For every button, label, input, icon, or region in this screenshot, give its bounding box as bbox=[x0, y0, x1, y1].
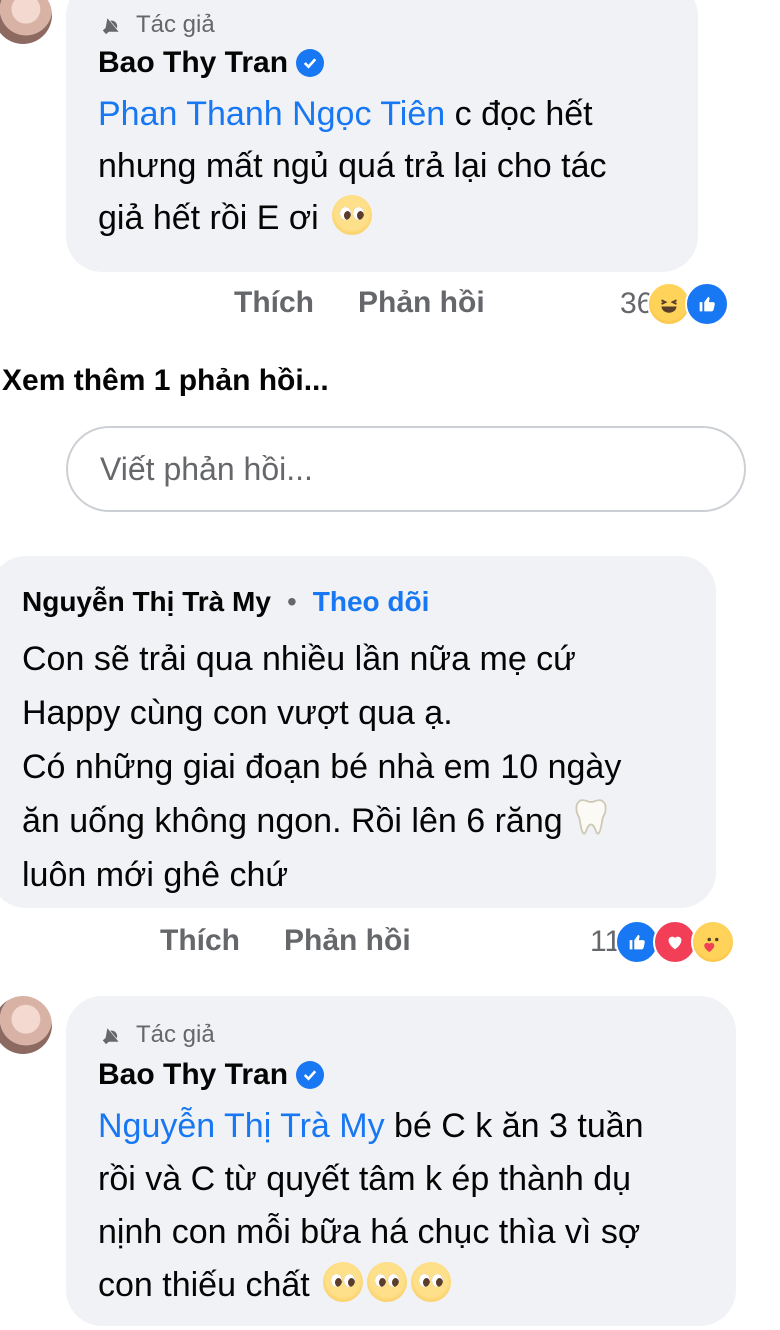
comment-line: ăn uống không ngon. Rồi lên 6 răng bbox=[22, 802, 563, 840]
verified-badge-icon bbox=[296, 1061, 325, 1089]
comment-actions: Thích Phản hồi bbox=[234, 286, 485, 320]
comment-author-row: Nguyễn Thị Trà My • Theo dõi bbox=[22, 586, 429, 618]
pleading-face-emoji-icon bbox=[411, 1262, 452, 1302]
avatar[interactable] bbox=[0, 996, 52, 1054]
reply-field[interactable] bbox=[66, 426, 746, 512]
reply-input[interactable] bbox=[98, 449, 744, 489]
verified-badge-icon bbox=[296, 49, 325, 77]
comment-bubble: Tác giả Bao Thy Tran Nguyễn Thị Trà My b… bbox=[66, 996, 736, 1326]
comment-line: bé C k ăn 3 tuần bbox=[394, 1107, 644, 1145]
comment-line: nhưng mất ngủ quá trả lại cho tác bbox=[98, 147, 607, 185]
megaphone-icon bbox=[102, 1028, 119, 1045]
separator-dot: • bbox=[286, 586, 297, 617]
comment-line: Có những giai đoạn bé nhà em 10 ngày bbox=[22, 748, 622, 786]
author-tag: Tác giả bbox=[98, 1020, 215, 1050]
avatar[interactable] bbox=[0, 0, 52, 44]
reaction-summary[interactable]: 11 bbox=[590, 920, 736, 964]
author-tag-label: Tác giả bbox=[136, 1021, 215, 1048]
author-tag-label: Tác giả bbox=[136, 11, 215, 38]
see-more-replies-link[interactable]: Xem thêm 1 phản hồi... bbox=[2, 364, 329, 398]
comment-line: con thiếu chất bbox=[98, 1266, 310, 1304]
care-icon bbox=[691, 920, 736, 964]
comment-author-row: Bao Thy Tran bbox=[98, 46, 325, 80]
comment-line: Con sẽ trải qua nhiều lần nữa mẹ cứ bbox=[22, 640, 576, 678]
pleading-face-emoji-icon bbox=[367, 1262, 408, 1302]
mention-link[interactable]: Nguyễn Thị Trà My bbox=[98, 1107, 385, 1145]
comment-text: Phan Thanh Ngọc Tiên c đọc hết nhưng mất… bbox=[98, 88, 688, 244]
comment-author[interactable]: Bao Thy Tran bbox=[98, 1058, 288, 1092]
reply-button[interactable]: Phản hồi bbox=[358, 286, 485, 320]
author-tag: Tác giả bbox=[98, 10, 215, 40]
reply-button[interactable]: Phản hồi bbox=[284, 924, 411, 958]
comment-line: giả hết rồi E ơi bbox=[98, 199, 319, 237]
comment-text: Con sẽ trải qua nhiều lần nữa mẹ cứ Happ… bbox=[22, 632, 702, 902]
comment-text: Nguyễn Thị Trà My bé C k ăn 3 tuần rồi v… bbox=[98, 1100, 728, 1312]
comment-line: Happy cùng con vượt qua ạ. bbox=[22, 694, 453, 732]
follow-button[interactable]: Theo dõi bbox=[313, 586, 430, 618]
megaphone-icon bbox=[102, 18, 119, 35]
comment-bubble: Tác giả Bao Thy Tran Phan Thanh Ngọc Tiê… bbox=[66, 0, 698, 272]
comment-line: luôn mới ghê chứ bbox=[22, 856, 289, 894]
comment-line: c đọc hết bbox=[454, 95, 593, 133]
reaction-summary[interactable]: 36 bbox=[620, 282, 730, 326]
comment-bubble: Nguyễn Thị Trà My • Theo dõi Con sẽ trải… bbox=[0, 556, 716, 908]
tooth-emoji-icon bbox=[575, 799, 607, 835]
pleading-face-emoji-icon bbox=[323, 1262, 364, 1302]
like-button[interactable]: Thích bbox=[160, 924, 240, 958]
comment-line: nịnh con mỗi bữa há chục thìa vì sợ bbox=[98, 1213, 641, 1251]
pleading-face-emoji-icon bbox=[332, 195, 373, 235]
comment-author[interactable]: Nguyễn Thị Trà My bbox=[22, 586, 271, 618]
like-icon bbox=[685, 282, 730, 326]
like-button[interactable]: Thích bbox=[234, 286, 314, 320]
mention-link[interactable]: Phan Thanh Ngọc Tiên bbox=[98, 95, 445, 133]
comment-author[interactable]: Bao Thy Tran bbox=[98, 46, 288, 80]
comment-line: rồi và C từ quyết tâm k ép thành dụ bbox=[98, 1160, 632, 1198]
comment-actions: Thích Phản hồi bbox=[160, 924, 411, 958]
comment-author-row: Bao Thy Tran bbox=[98, 1058, 325, 1092]
